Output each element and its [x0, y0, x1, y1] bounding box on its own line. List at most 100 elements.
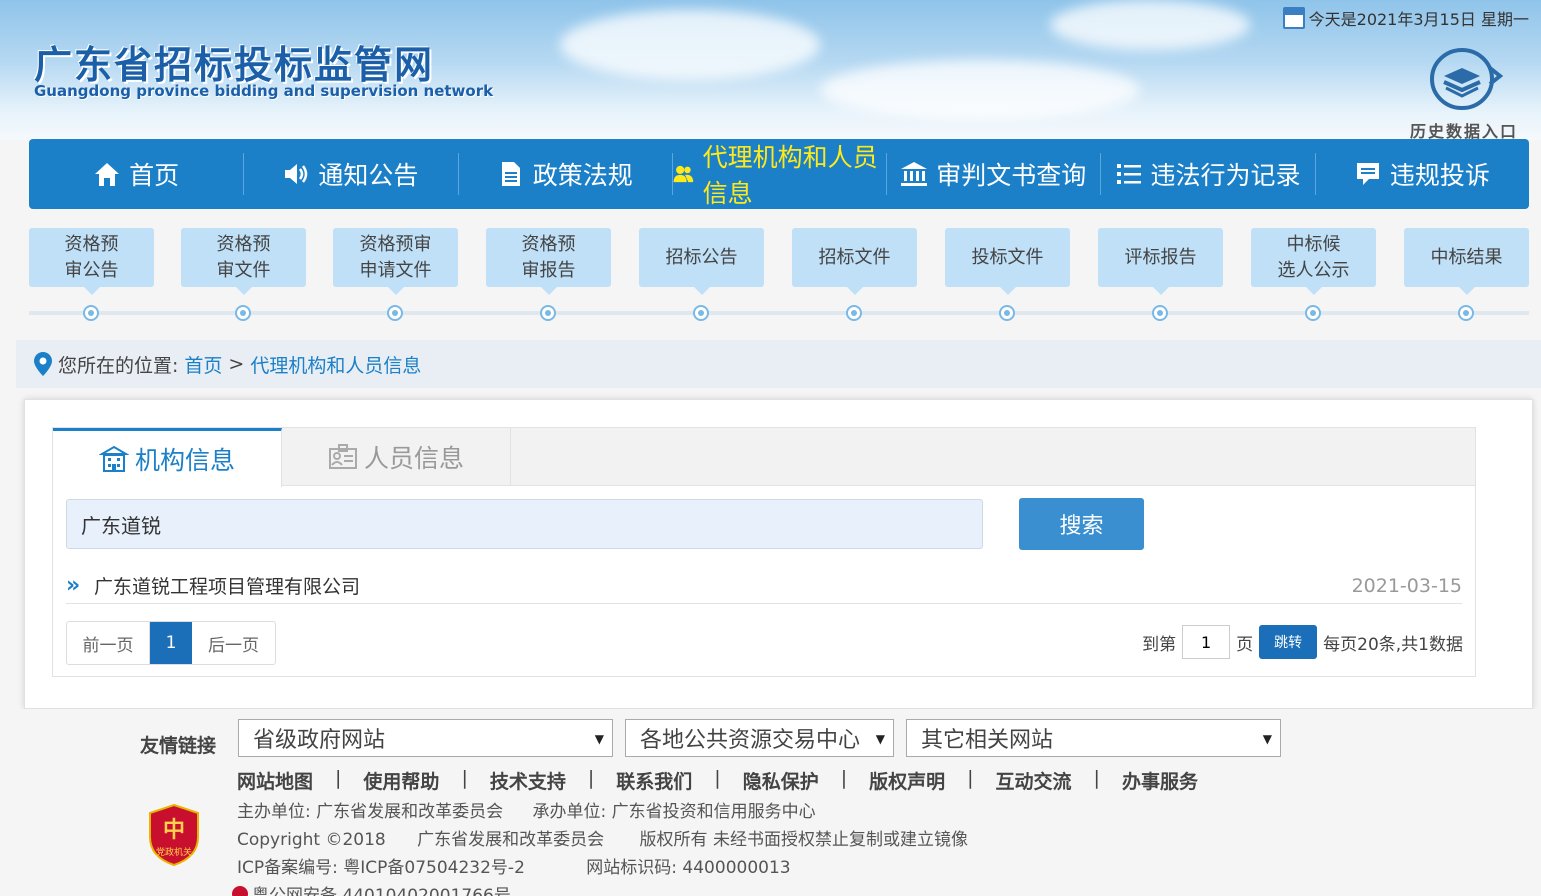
nav-item-label: 违规投诉 — [1389, 161, 1490, 190]
search-button[interactable]: 搜索 — [1019, 498, 1144, 550]
list-item: » 广东道锐工程项目管理有限公司 2021-03-15 — [66, 568, 1462, 604]
step-label: 选人公示 — [1277, 259, 1350, 281]
result-name-link[interactable]: 广东道锐工程项目管理有限公司 — [94, 572, 360, 599]
dropdown-arrow-icon: ▼ — [594, 732, 604, 746]
cloud-decoration — [1050, 0, 1250, 50]
icp-info: ICP备案编号: 粤ICP备07504232号-2 网站标识码: 4400000… — [237, 853, 791, 878]
step-label: 申请文件 — [359, 259, 432, 281]
site-title[interactable]: 广东省招标投标监管网 — [34, 34, 434, 89]
footer-link-services[interactable]: 办事服务 — [1122, 767, 1198, 794]
tab-institution-info[interactable]: 机构信息 — [53, 428, 282, 487]
page-number-input[interactable] — [1182, 625, 1231, 659]
nav-item-label: 首页 — [129, 161, 180, 190]
step-item[interactable]: 投标文件 — [945, 228, 1070, 295]
step-dot — [235, 305, 251, 321]
step-label: 资格预 — [521, 233, 576, 255]
footer-link-interaction[interactable]: 互动交流 — [996, 767, 1072, 794]
search-box: 机构信息 人员信息 搜索 » 广东道锐工程项目管理有限公司 2021-03-15… — [52, 427, 1476, 677]
nav-item-judgments[interactable]: 审判文书查询 — [886, 139, 1100, 209]
history-data-label: 历史数据入口 — [1409, 122, 1518, 140]
select-value: 省级政府网站 — [253, 728, 386, 753]
select-value: 其它相关网站 — [921, 728, 1054, 753]
goto-suffix: 页 — [1236, 634, 1254, 655]
step-item[interactable]: 评标报告 — [1098, 228, 1223, 295]
footer-link-privacy[interactable]: 隐私保护 — [743, 767, 819, 794]
select-value: 各地公共资源交易中心 — [640, 728, 861, 753]
other-sites-select[interactable]: 其它相关网站 ▼ — [906, 719, 1281, 757]
step-dot — [1152, 305, 1168, 321]
nav-item-home[interactable]: 首页 — [29, 139, 243, 209]
link-separator: | — [587, 767, 595, 789]
step-item[interactable]: 资格预 审报告 — [486, 228, 611, 295]
undertaker-unit: 承办单位: 广东省投资和信用服务中心 — [532, 802, 816, 822]
step-label: 审报告 — [521, 259, 576, 281]
next-page-button[interactable]: 后一页 — [192, 622, 275, 664]
link-separator: | — [335, 767, 342, 789]
step-timeline — [29, 311, 1529, 315]
tab-label: 人员信息 — [363, 444, 464, 473]
page-jump: 到第 页 跳转 每页20条,共1数据 — [1142, 625, 1463, 659]
tab-bar: 机构信息 人员信息 — [53, 428, 1475, 487]
history-data-entry[interactable]: 历史数据入口 — [1399, 46, 1529, 140]
double-chevron-right-icon: » — [66, 573, 81, 598]
step-label: 中标候 — [1286, 233, 1341, 255]
link-separator: | — [461, 767, 468, 789]
search-input[interactable] — [66, 499, 983, 549]
step-label: 招标文件 — [818, 246, 891, 268]
page-summary: 每页20条,共1数据 — [1323, 634, 1463, 655]
nav-item-label: 违法行为记录 — [1150, 161, 1301, 190]
calendar-icon — [1282, 7, 1305, 29]
footer-link-contact[interactable]: 联系我们 — [616, 767, 692, 794]
site-id: 网站标识码: 4400000013 — [586, 858, 791, 878]
icp-number: ICP备案编号: 粤ICP备07504232号-2 — [237, 858, 525, 878]
public-resources-select[interactable]: 各地公共资源交易中心 ▼ — [625, 719, 894, 757]
footer-links: 网站地图 | 使用帮助 | 技术支持 | 联系我们 | 隐私保护 | 版权声明 | 互动交流… — [237, 767, 1198, 794]
step-item[interactable]: 资格预审 申请文件 — [333, 228, 458, 295]
nav-item-notices[interactable]: 通知公告 — [243, 139, 457, 209]
step-dot — [387, 305, 403, 321]
court-icon — [901, 162, 928, 186]
speaker-icon — [285, 164, 308, 184]
friend-links-label: 友情链接 — [140, 735, 217, 757]
breadcrumb-prefix: 您所在的位置: — [58, 354, 179, 377]
nav-item-agency-info[interactable]: 代理机构和人员信息 — [671, 139, 886, 209]
step-label: 中标结果 — [1430, 246, 1503, 268]
location-pin-icon — [34, 352, 52, 376]
footer-link-copyright[interactable]: 版权声明 — [869, 767, 945, 794]
footer-link-support[interactable]: 技术支持 — [490, 767, 566, 794]
step-item[interactable]: 招标文件 — [792, 228, 917, 295]
step-label: 评标报告 — [1124, 246, 1197, 268]
footer-link-sitemap[interactable]: 网站地图 — [237, 767, 313, 794]
step-item[interactable]: 中标候 选人公示 — [1251, 228, 1376, 295]
goto-prefix: 到第 — [1142, 634, 1177, 655]
nav-item-policies[interactable]: 政策法规 — [457, 139, 672, 209]
nav-item-complaints[interactable]: 违规投诉 — [1314, 139, 1529, 209]
provincial-sites-select[interactable]: 省级政府网站 ▼ — [238, 719, 613, 757]
government-emblem-icon[interactable]: 中 党政机关 — [146, 803, 202, 867]
current-page-button[interactable]: 1 — [150, 622, 192, 664]
breadcrumb-current[interactable]: 代理机构和人员信息 — [250, 351, 421, 378]
step-dot — [999, 305, 1015, 321]
nav-item-label: 通知公告 — [318, 161, 419, 190]
breadcrumb-home-link[interactable]: 首页 — [184, 351, 222, 378]
nav-item-violations[interactable]: 违法行为记录 — [1100, 139, 1314, 209]
step-item[interactable]: 中标结果 — [1404, 228, 1529, 295]
step-item[interactable]: 资格预 审文件 — [181, 228, 306, 295]
copyright-org: 广东省发展和改革委员会 — [417, 830, 605, 850]
home-icon — [95, 163, 120, 186]
prev-page-button[interactable]: 前一页 — [67, 622, 150, 664]
step-item[interactable]: 招标公告 — [639, 228, 764, 295]
footer-link-help[interactable]: 使用帮助 — [363, 767, 439, 794]
breadcrumb: 您所在的位置: 首页 > 代理机构和人员信息 — [16, 340, 1541, 388]
site-subtitle: Guangdong province bidding and supervisi… — [34, 82, 494, 100]
rights-text: 版权所有 未经书面授权禁止复制或建立镜像 — [639, 830, 968, 850]
tab-personnel-info[interactable]: 人员信息 — [282, 428, 511, 486]
jump-button[interactable]: 跳转 — [1259, 625, 1318, 659]
content-panel: 机构信息 人员信息 搜索 » 广东道锐工程项目管理有限公司 2021-03-15… — [24, 399, 1533, 709]
step-item[interactable]: 资格预 审公告 — [29, 228, 154, 295]
footer: 友情链接 省级政府网站 ▼ 各地公共资源交易中心 ▼ 其它相关网站 ▼ 网站地图 | 使… — [0, 709, 1541, 896]
police-record[interactable]: 粤公网安备 44010402001766号 — [232, 881, 511, 896]
police-badge-icon — [232, 885, 248, 896]
message-icon — [1356, 163, 1379, 185]
document-icon — [501, 162, 520, 186]
